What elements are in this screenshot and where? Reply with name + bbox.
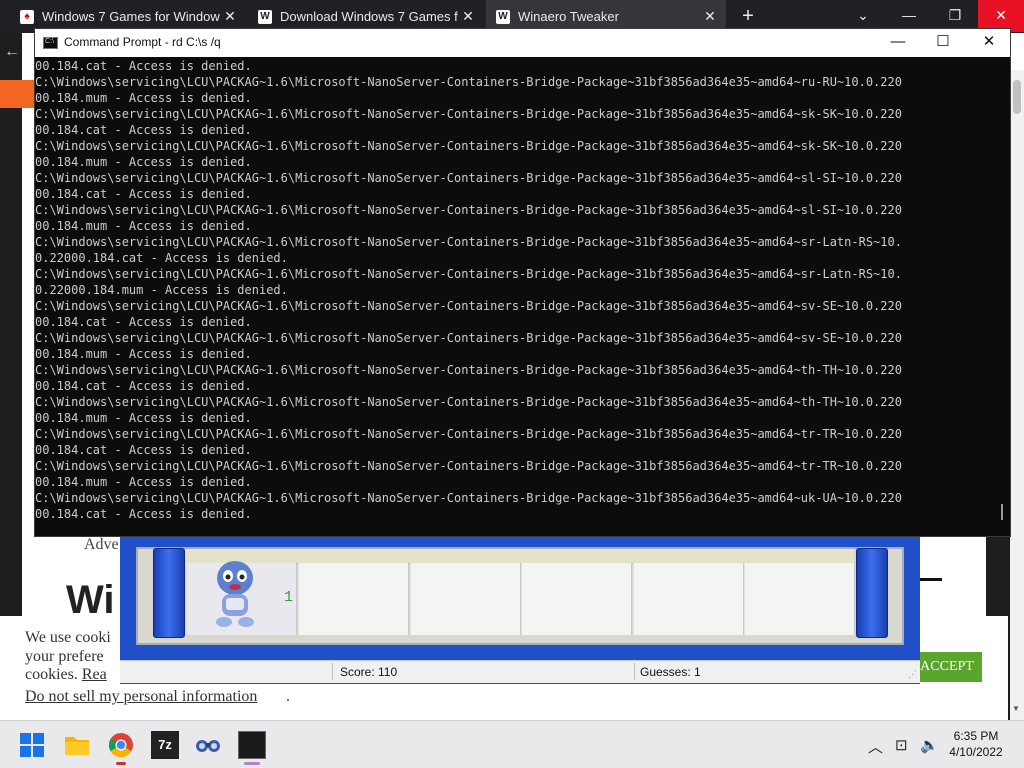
console-line: 00.184.mum - Access is denied. — [35, 411, 252, 425]
cmd-app-icon: C:\ — [43, 37, 58, 49]
game-number: 1 — [284, 589, 294, 606]
console-line: C:\Windows\servicing\LCU\PACKAG~1.6\Micr… — [35, 491, 902, 505]
console-line: 00.184.cat - Access is denied. — [35, 59, 252, 73]
chrome-icon[interactable] — [107, 731, 135, 759]
new-tab-button[interactable]: + — [736, 4, 760, 28]
status-divider — [332, 663, 333, 680]
scrollbar-thumb[interactable] — [1013, 80, 1021, 114]
game-slot[interactable] — [633, 563, 744, 635]
console-line: C:\Windows\servicing\LCU\PACKAG~1.6\Micr… — [35, 107, 902, 121]
console-line: 0.22000.184.cat - Access is denied. — [35, 251, 288, 265]
taskbar-clock[interactable]: 6:35 PM 4/10/2022 — [946, 728, 1006, 760]
game-slot[interactable] — [744, 563, 855, 635]
binoculars-icon[interactable] — [194, 731, 222, 759]
heading-dash — [918, 578, 942, 581]
console-line: C:\Windows\servicing\LCU\PACKAG~1.6\Micr… — [35, 299, 902, 313]
site-header-accent — [0, 80, 34, 108]
console-line: C:\Windows\servicing\LCU\PACKAG~1.6\Micr… — [35, 427, 902, 441]
console-line: 00.184.mum - Access is denied. — [35, 91, 252, 105]
close-icon[interactable]: ✕ — [458, 8, 478, 25]
tab-label: Winaero Tweaker — [518, 9, 619, 24]
console-output[interactable]: 00.184.cat - Access is denied. C:\Windows… — [35, 58, 997, 534]
cookie-text-line: We use cooki — [25, 629, 111, 646]
scroll-down-arrow-icon[interactable]: ▼ — [1012, 704, 1020, 713]
score-readout: Score: 110 — [340, 665, 398, 679]
resize-grip-icon[interactable]: ⋰ — [908, 669, 917, 680]
show-hidden-icons-chevron-icon[interactable]: ︿ — [868, 736, 883, 757]
console-line: 00.184.mum - Access is denied. — [35, 475, 252, 489]
console-line: C:\Windows\servicing\LCU\PACKAG~1.6\Micr… — [35, 235, 902, 249]
console-line: C:\Windows\servicing\LCU\PACKAG~1.6\Micr… — [35, 459, 902, 473]
console-scrollbar-thumb[interactable] — [1001, 504, 1003, 520]
winaero-icon: W — [258, 9, 272, 24]
do-not-sell-period: . — [286, 688, 290, 705]
game-slot[interactable] — [521, 563, 632, 635]
command-prompt-window: C:\ Command Prompt - rd C:\s /q — ☐ ✕ 00… — [34, 28, 1011, 537]
close-button[interactable]: ✕ — [966, 29, 1012, 57]
file-explorer-icon[interactable] — [63, 731, 91, 759]
terminal-icon[interactable] — [238, 731, 266, 759]
cookie-text-line: your prefere — [25, 648, 104, 665]
game-status-bar: Score: 110 Guesses: 1 ⋰ — [120, 660, 920, 683]
console-scrollbar[interactable] — [997, 58, 1010, 534]
back-arrow-icon[interactable]: ← — [4, 43, 20, 61]
page-scrollbar[interactable]: ▼ — [1010, 70, 1024, 720]
console-line: 00.184.cat - Access is denied. — [35, 123, 252, 137]
console-line: C:\Windows\servicing\LCU\PACKAG~1.6\Micr… — [35, 139, 902, 153]
cookie-text-line: cookies. Rea — [25, 666, 107, 684]
console-line: C:\Windows\servicing\LCU\PACKAG~1.6\Micr… — [35, 331, 902, 345]
cmd-title-bar[interactable]: C:\ Command Prompt - rd C:\s /q — ☐ ✕ — [35, 29, 1010, 57]
clock-date: 4/10/2022 — [949, 745, 1003, 759]
console-line: 00.184.cat - Access is denied. — [35, 379, 252, 393]
console-line: C:\Windows\servicing\LCU\PACKAG~1.6\Micr… — [35, 203, 902, 217]
guesses-readout: Guesses: 1 — [640, 665, 701, 679]
cmd-window-title: Command Prompt - rd C:\s /q — [64, 35, 221, 49]
game-rail — [186, 549, 854, 564]
7zip-icon[interactable]: 7z — [151, 731, 179, 759]
close-icon[interactable]: ✕ — [220, 8, 240, 25]
tab-label: Windows 7 Games for Windows — [42, 9, 220, 24]
console-line: C:\Windows\servicing\LCU\PACKAG~1.6\Micr… — [35, 267, 902, 281]
accept-cookies-button[interactable]: ACCEPT — [912, 652, 982, 682]
winaero-icon: W — [496, 9, 510, 24]
maximize-button[interactable]: ☐ — [920, 29, 966, 57]
game-left-cap — [153, 548, 185, 638]
minimize-button[interactable]: — — [875, 29, 921, 57]
card-icon: ♠ — [20, 9, 34, 24]
clock-time: 6:35 PM — [953, 729, 999, 743]
console-line: 00.184.cat - Access is denied. — [35, 315, 252, 329]
tab-label: Download Windows 7 Games for — [280, 9, 458, 24]
start-icon[interactable] — [18, 731, 46, 759]
do-not-sell-link[interactable]: Do not sell my personal information — [25, 688, 257, 706]
game-slot[interactable] — [410, 563, 521, 635]
console-line: C:\Windows\servicing\LCU\PACKAG~1.6\Micr… — [35, 395, 902, 409]
game-slot[interactable] — [298, 563, 409, 635]
console-line: 00.184.mum - Access is denied. — [35, 155, 252, 169]
console-line: C:\Windows\servicing\LCU\PACKAG~1.6\Micr… — [35, 171, 902, 185]
cookie-text-prefix: cookies. — [25, 666, 82, 683]
running-indicator — [116, 762, 126, 765]
game-right-cap — [856, 548, 888, 638]
running-indicator — [244, 762, 260, 765]
status-divider — [634, 663, 635, 680]
console-line: 00.184.cat - Access is denied. — [35, 187, 252, 201]
console-line: 0.22000.184.mum - Access is denied. — [35, 283, 288, 297]
console-line: 00.184.cat - Access is denied. — [35, 443, 252, 457]
close-icon[interactable]: ✕ — [700, 8, 720, 25]
console-line: 00.184.mum - Access is denied. — [35, 219, 252, 233]
volume-icon[interactable]: 🔈 — [920, 736, 939, 754]
console-line: C:\Windows\servicing\LCU\PACKAG~1.6\Micr… — [35, 75, 902, 89]
console-line: C:\Windows\servicing\LCU\PACKAG~1.6\Micr… — [35, 363, 902, 377]
read-more-link[interactable]: Rea — [82, 666, 107, 683]
game-mascot-icon — [216, 561, 254, 627]
console-line: 00.184.mum - Access is denied. — [35, 347, 252, 361]
advertisement-label: Adve — [84, 536, 119, 553]
network-icon[interactable]: ⊡ — [895, 736, 908, 754]
console-line: 00.184.cat - Access is denied. — [35, 507, 252, 521]
